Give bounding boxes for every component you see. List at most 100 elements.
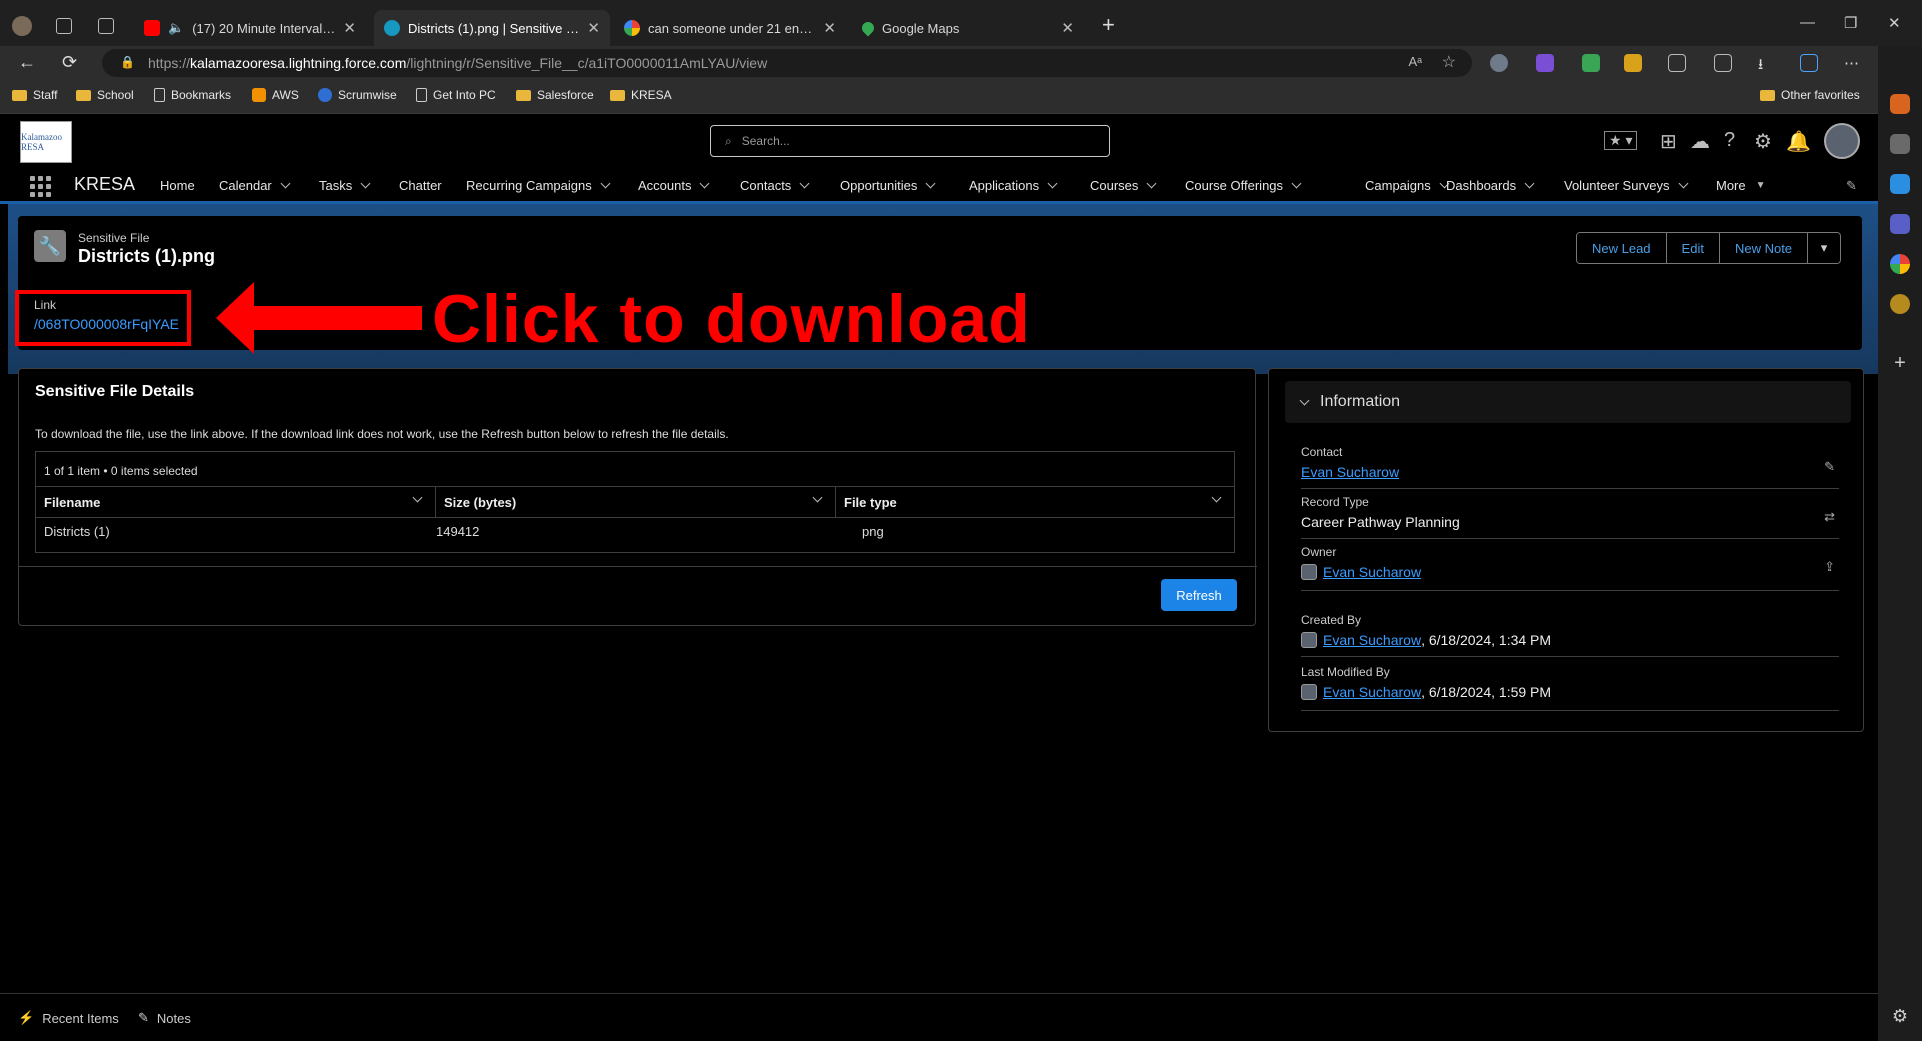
nav-applications[interactable]: Applications [969, 178, 1058, 193]
people-icon[interactable] [1890, 134, 1910, 154]
chevron-down-icon[interactable] [1291, 178, 1302, 189]
nav-more[interactable]: More ▼ [1716, 178, 1766, 193]
owner-link[interactable]: Evan Sucharow [1323, 564, 1421, 580]
edit-button[interactable]: Edit [1666, 233, 1720, 263]
chevron-down-icon[interactable] [360, 178, 371, 189]
nav-dashboards[interactable]: Dashboards [1446, 178, 1535, 193]
user-avatar[interactable] [1824, 123, 1860, 159]
column-header-filename[interactable]: Filename [36, 487, 436, 517]
profile-avatar-icon[interactable] [12, 16, 32, 36]
recent-items-utility[interactable]: ⚡ Recent Items [18, 1010, 119, 1026]
pencil-edit-icon[interactable]: ✎ [1824, 459, 1835, 475]
chevron-down-icon[interactable] [600, 178, 611, 189]
downloads-icon[interactable]: ⭳ [1758, 54, 1776, 73]
chevron-down-icon[interactable] [1524, 178, 1535, 189]
chevron-down-icon[interactable] [1047, 178, 1058, 189]
browser-tab-google-maps[interactable]: Google Maps ✕ [852, 10, 1084, 46]
settings-icon[interactable]: ⚙ [1890, 1006, 1910, 1026]
setup-gear-icon[interactable]: ⚙ [1754, 129, 1772, 154]
modified-by-link[interactable]: Evan Sucharow [1323, 684, 1421, 700]
close-window-icon[interactable]: ✕ [1888, 14, 1901, 32]
bookmark-staff[interactable]: Staff [12, 88, 57, 102]
extension-glasses-icon[interactable] [1490, 54, 1508, 72]
nav-campaigns[interactable]: Campaigns [1365, 178, 1450, 193]
edit-nav-pencil-icon[interactable]: ✎ [1846, 178, 1857, 194]
app-launcher-icon[interactable] [30, 176, 51, 197]
new-tab-icon[interactable]: + [1102, 12, 1115, 38]
chevron-down-icon[interactable] [412, 492, 423, 503]
change-record-type-icon[interactable]: ⇄ [1824, 509, 1835, 525]
nav-course-offerings[interactable]: Course Offerings [1185, 178, 1302, 193]
browser-tab-youtube[interactable]: 🔈 (17) 20 Minute Interval Timer ✕ [134, 10, 366, 46]
url-field[interactable]: 🔒 https://kalamazooresa.lightning.force.… [102, 49, 1472, 77]
minimize-icon[interactable]: — [1800, 14, 1815, 31]
created-by-link[interactable]: Evan Sucharow [1323, 632, 1421, 648]
column-header-size[interactable]: Size (bytes) [436, 487, 836, 517]
close-tab-icon[interactable]: ✕ [587, 19, 600, 37]
close-tab-icon[interactable]: ✕ [1061, 19, 1074, 37]
split-screen-icon[interactable] [1714, 54, 1732, 72]
bookmark-aws[interactable]: AWS [252, 88, 299, 102]
nav-accounts[interactable]: Accounts [638, 178, 710, 193]
close-tab-icon[interactable]: ✕ [823, 19, 836, 37]
read-aloud-icon[interactable]: Aᵃ [1408, 54, 1422, 69]
back-icon[interactable]: ← [18, 52, 36, 73]
notes-utility[interactable]: ✎ Notes [138, 1010, 191, 1026]
global-actions-icon[interactable]: ⊞ [1660, 129, 1677, 154]
nav-volunteer-surveys[interactable]: Volunteer Surveys [1564, 178, 1688, 193]
refresh-button[interactable]: Refresh [1161, 579, 1237, 611]
download-link[interactable]: /068TO000008rFqIYAE [34, 316, 179, 332]
toolbox-icon[interactable] [1890, 94, 1910, 114]
chevron-down-icon[interactable] [812, 492, 823, 503]
global-search-input[interactable]: ⌕ Search... [710, 125, 1110, 157]
browser-tab-salesforce[interactable]: Districts (1).png | Sensitive File | Sal… [374, 10, 610, 46]
menu-dots-icon[interactable]: ⋯ [1844, 54, 1862, 72]
chevron-down-icon[interactable] [280, 178, 291, 189]
notifications-bell-icon[interactable]: 🔔 [1786, 129, 1811, 154]
favorites-icon[interactable]: ★ ▾ [1604, 131, 1638, 150]
nav-home[interactable]: Home [160, 178, 195, 193]
extension-green-icon[interactable] [1582, 54, 1600, 72]
workspaces-icon[interactable] [56, 18, 72, 34]
chevron-down-icon[interactable] [700, 178, 710, 189]
new-lead-button[interactable]: New Lead [1577, 233, 1667, 263]
chevron-down-icon[interactable] [1211, 492, 1222, 503]
change-owner-icon[interactable]: ⇪ [1824, 559, 1835, 575]
speaker-icon[interactable]: 🔈 [168, 20, 184, 36]
chevron-down-icon[interactable] [1146, 178, 1157, 189]
more-actions-dropdown-icon[interactable]: ▾ [1808, 233, 1841, 263]
org-logo[interactable]: Kalamazoo RESA [20, 121, 72, 163]
help-icon[interactable]: ? [1724, 129, 1735, 152]
reload-icon[interactable]: ⟳ [62, 52, 77, 73]
close-tab-icon[interactable]: ✕ [343, 19, 356, 37]
nav-chatter[interactable]: Chatter [399, 178, 442, 193]
google-icon[interactable] [1890, 254, 1910, 274]
teams-icon[interactable] [1890, 214, 1910, 234]
bookmark-salesforce[interactable]: Salesforce [516, 88, 594, 102]
extension-cube-icon[interactable] [1536, 54, 1554, 72]
bookmark-scrumwise[interactable]: Scrumwise [318, 88, 397, 102]
column-header-file-type[interactable]: File type [836, 487, 1234, 517]
tab-actions-icon[interactable] [98, 18, 114, 34]
chevron-down-icon[interactable] [1678, 178, 1688, 189]
nav-recurring-campaigns[interactable]: Recurring Campaigns [466, 178, 611, 193]
bookmark-kresa[interactable]: KRESA [610, 88, 672, 102]
chevron-down-icon[interactable] [799, 178, 810, 189]
guidance-center-icon[interactable]: ☁ [1690, 129, 1710, 154]
nav-contacts[interactable]: Contacts [740, 178, 810, 193]
restore-icon[interactable]: ❐ [1844, 14, 1857, 32]
bookmark-bookmarks[interactable]: Bookmarks [154, 88, 231, 102]
bookmark-school[interactable]: School [76, 88, 134, 102]
extensions-puzzle-icon[interactable] [1668, 54, 1686, 72]
information-section-toggle[interactable]: Information [1285, 381, 1851, 423]
nav-tasks[interactable]: Tasks [319, 178, 371, 193]
nav-calendar[interactable]: Calendar [219, 178, 291, 193]
favorite-star-icon[interactable]: ☆ [1442, 52, 1456, 72]
add-sidebar-app-icon[interactable]: + [1890, 353, 1910, 374]
nav-courses[interactable]: Courses [1090, 178, 1157, 193]
other-favorites[interactable]: Other favorites [1760, 88, 1860, 102]
contact-link[interactable]: Evan Sucharow [1301, 464, 1399, 480]
new-note-button[interactable]: New Note [1719, 233, 1809, 263]
nav-opportunities[interactable]: Opportunities [840, 178, 936, 193]
extension-bolt-icon[interactable] [1624, 54, 1642, 72]
